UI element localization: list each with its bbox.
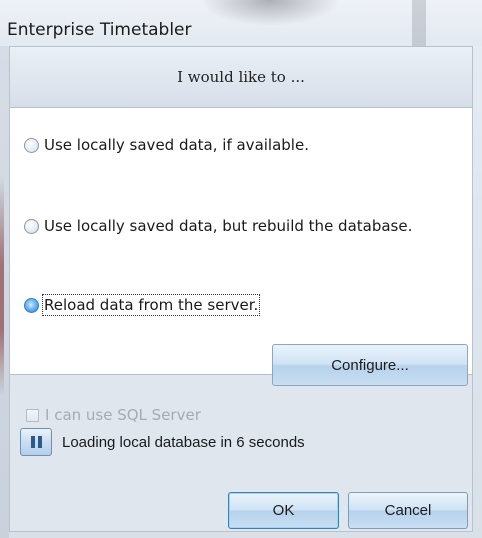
- option-reload-server[interactable]: Reload data from the server.: [24, 294, 261, 316]
- option-label: Use locally saved data, if available.: [44, 136, 309, 154]
- loading-status-text: Loading local database in 6 seconds: [62, 433, 305, 451]
- cancel-button[interactable]: Cancel: [348, 492, 468, 529]
- configure-button[interactable]: Configure...: [272, 344, 468, 386]
- background-shadow: [412, 0, 426, 46]
- window-left-border: [0, 46, 9, 538]
- radio-button[interactable]: [24, 137, 39, 153]
- background-bleed: [0, 176, 4, 396]
- pause-icon: [30, 436, 42, 448]
- ok-button[interactable]: OK: [228, 492, 339, 529]
- options-panel: Use locally saved data, if available. Us…: [10, 108, 472, 375]
- option-label: Reload data from the server.: [41, 294, 261, 316]
- prompt-header: I would like to ...: [10, 47, 472, 108]
- dialog-body: I would like to ... Use locally saved da…: [9, 46, 473, 532]
- background-shadow: [200, 0, 340, 26]
- sql-server-checkbox-row[interactable]: I can use SQL Server: [26, 406, 201, 424]
- loading-status-row: Loading local database in 6 seconds: [20, 428, 305, 456]
- option-use-local[interactable]: Use locally saved data, if available.: [24, 136, 309, 154]
- option-rebuild-database[interactable]: Use locally saved data, but rebuild the …: [24, 217, 412, 235]
- sql-server-checkbox[interactable]: [26, 408, 39, 422]
- enterprise-timetabler-dialog: Enterprise Timetabler I would like to ..…: [0, 0, 482, 538]
- sql-server-label: I can use SQL Server: [45, 406, 201, 424]
- prompt-text: I would like to ...: [177, 68, 305, 86]
- window-title: Enterprise Timetabler: [7, 20, 192, 40]
- pause-button[interactable]: [20, 428, 52, 456]
- option-label: Use locally saved data, but rebuild the …: [44, 217, 413, 235]
- title-bar[interactable]: Enterprise Timetabler: [0, 0, 482, 46]
- radio-button[interactable]: [24, 218, 39, 234]
- radio-button-selected[interactable]: [24, 297, 39, 313]
